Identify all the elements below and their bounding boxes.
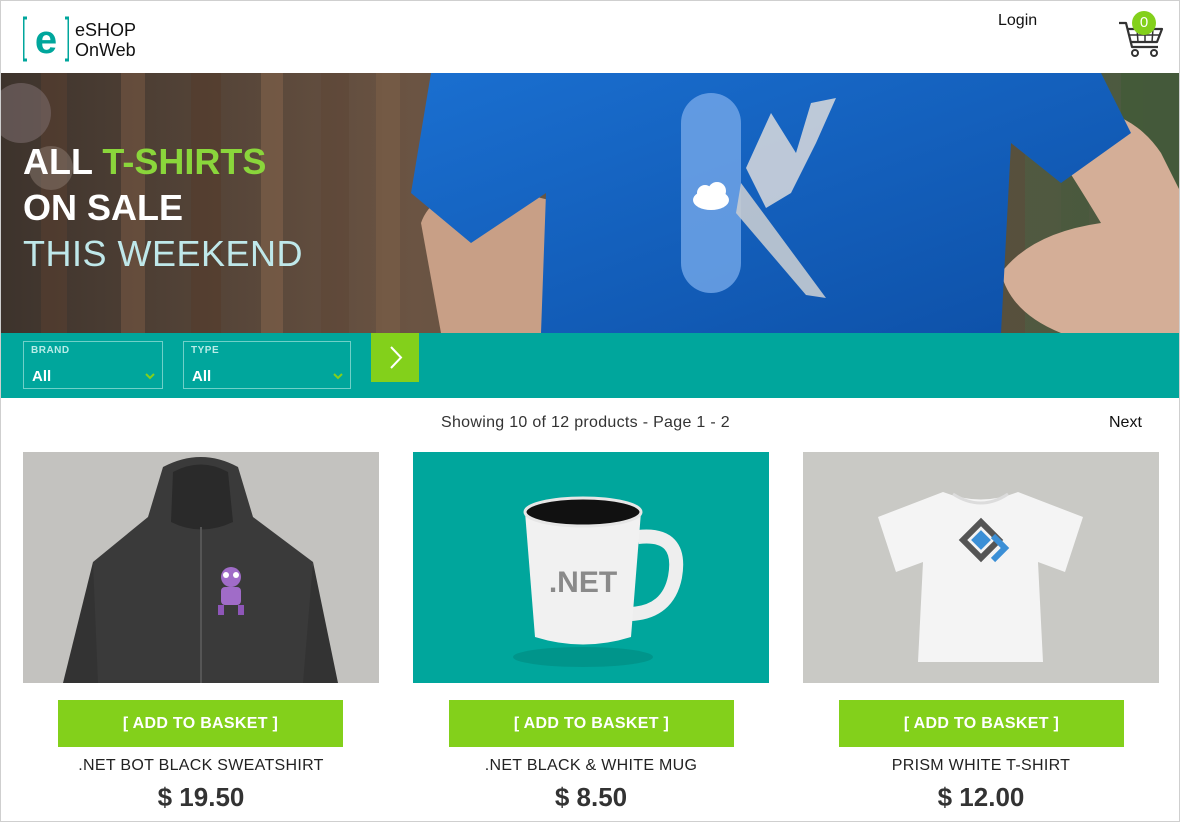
pagination-info: Showing 10 of 12 products - Page 1 - 2 [441,414,730,431]
product-price: $ 8.50 [554,782,628,812]
brand-filter-select[interactable]: BRAND All [23,341,163,389]
catalog-filter-bar: BRAND All TYPE All [1,333,1179,398]
hero-headline: ALL T-SHIRTS ON SALE THIS WEEKEND [23,139,303,277]
pagination-next-link[interactable]: Next [1109,414,1142,432]
type-filter-label: TYPE [191,345,220,356]
apply-filter-button[interactable] [371,333,419,382]
product-price: $ 12.00 [937,782,1025,812]
brand-filter-value: All [32,368,52,385]
hero-line-1-part-2: T-SHIRTS [102,141,267,182]
login-link[interactable]: Login [998,12,1037,30]
logo-line-2: OnWeb [75,40,136,60]
product-name: .NET BLACK & WHITE MUG [484,757,698,774]
product-image[interactable] [23,452,379,683]
add-to-basket-button[interactable]: [ ADD TO BASKET ] [449,700,734,747]
add-to-basket-button[interactable]: [ ADD TO BASKET ] [839,700,1124,747]
product-card: [ ADD TO BASKET ] .NET BOT BLACK SWEATSH… [23,452,379,821]
chevron-right-icon [390,346,403,369]
mug-image: .NET [413,452,769,683]
site-header: e eSHOP OnWeb Login 0 [1,1,1179,73]
product-card: [ ADD TO BASKET ] PRISM WHITE T-SHIRT $ … [803,452,1159,821]
type-filter-select[interactable]: TYPE All [183,341,351,389]
type-filter-value: All [192,368,212,385]
chevron-down-icon [333,373,343,380]
hero-line-3: THIS WEEKEND [23,233,304,274]
product-name: .NET BOT BLACK SWEATSHIRT [78,757,324,774]
brand-filter-label: BRAND [31,345,70,356]
svg-text:e: e [35,18,57,62]
hero-line-1-part-1: ALL [23,141,103,182]
cart-count-badge[interactable]: 0 [1132,11,1156,35]
hero-banner: ALL T-SHIRTS ON SALE THIS WEEKEND [1,73,1179,333]
mug-logo-text: .NET [549,566,617,599]
product-card: .NET [ ADD TO BASKET ] .NET BLACK & WHIT… [413,452,769,821]
app-frame: e eSHOP OnWeb Login 0 ALL T-SHIRTS ON SA… [0,0,1180,822]
tshirt-image [803,452,1159,683]
eshop-logo-icon: e [23,16,69,62]
chevron-down-icon [145,373,155,380]
hero-line-2: ON SALE [23,187,184,228]
sweatshirt-image [23,452,379,683]
logo-line-1: eSHOP [75,20,137,40]
product-name: PRISM WHITE T-SHIRT [891,757,1071,774]
product-image[interactable]: .NET [413,452,769,683]
site-logo[interactable]: e eSHOP OnWeb [23,16,163,62]
product-image[interactable] [803,452,1159,683]
add-to-basket-button[interactable]: [ ADD TO BASKET ] [58,700,343,747]
product-price: $ 19.50 [157,782,245,812]
